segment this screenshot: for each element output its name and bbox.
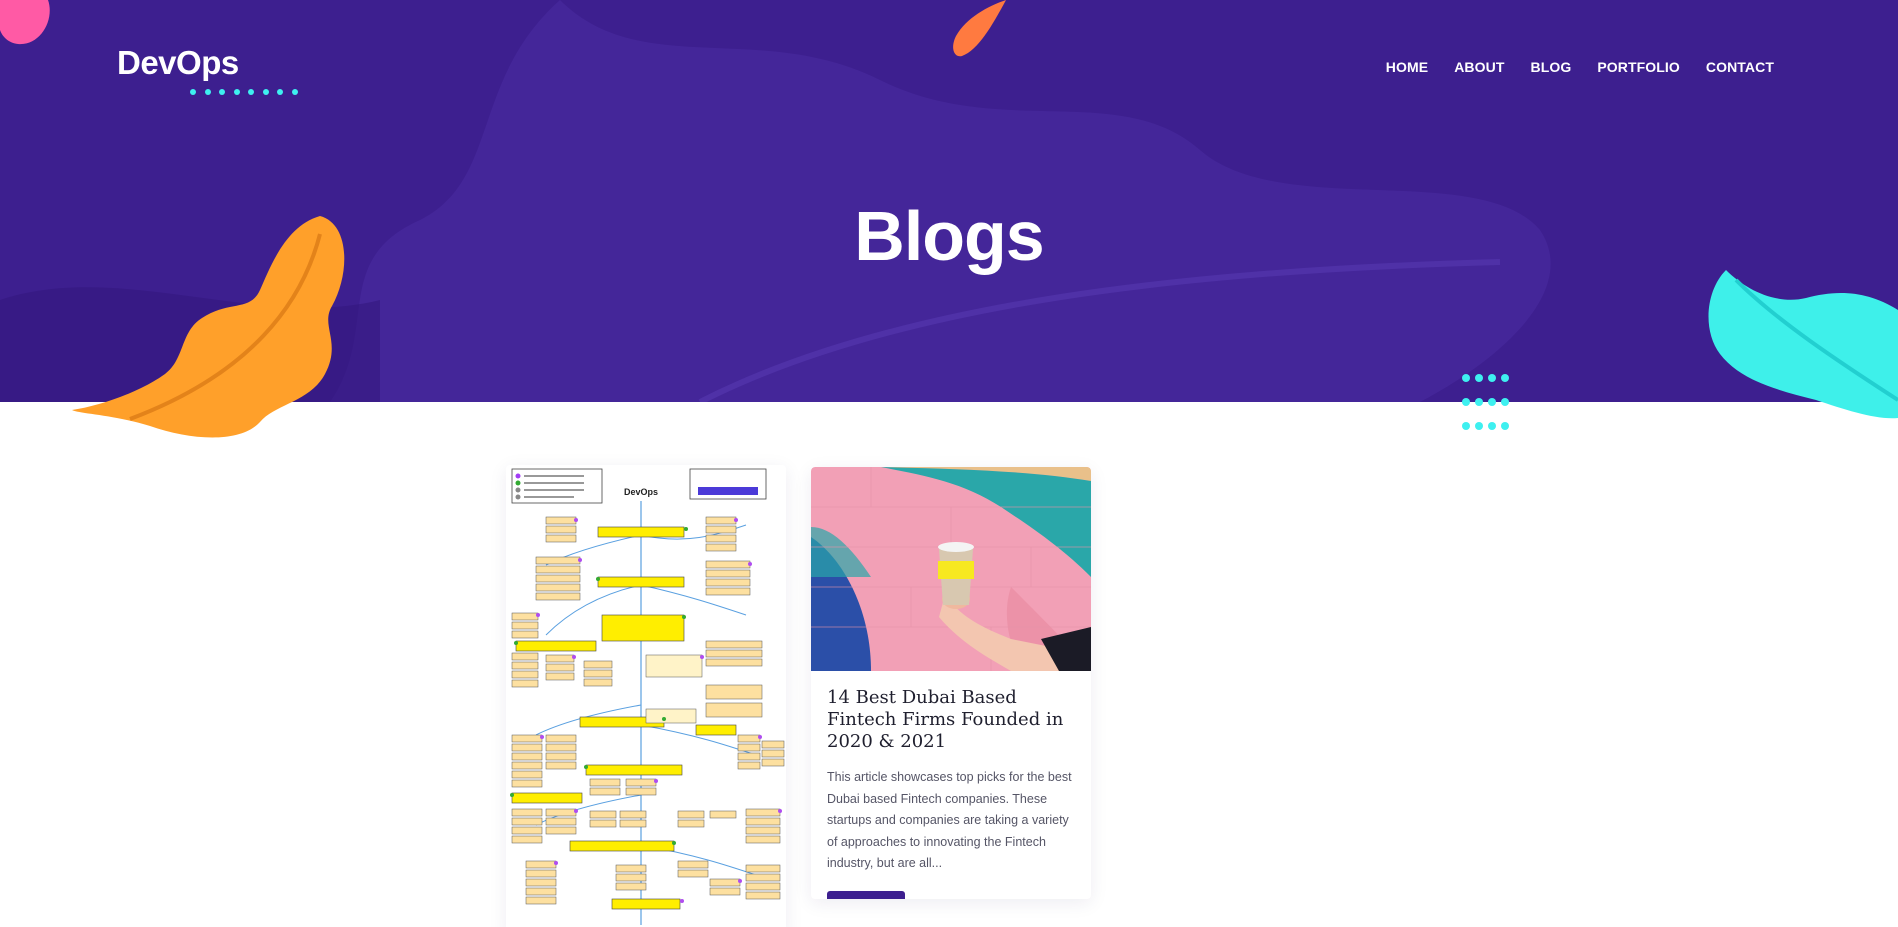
- grid-dots-decoration: [1462, 374, 1526, 446]
- nav-portfolio[interactable]: PORTFOLIO: [1597, 59, 1680, 75]
- pink-leaf-icon: [0, 0, 50, 45]
- coffee-cup-photo[interactable]: [811, 467, 1091, 671]
- main-nav: HOME ABOUT BLOG PORTFOLIO CONTACT: [1386, 59, 1774, 75]
- read-more-button[interactable]: Read More: [827, 890, 906, 899]
- site-logo[interactable]: DevOps: [117, 44, 239, 82]
- roadmap-title: DevOps: [624, 487, 658, 497]
- logo-dots-decoration: [190, 82, 306, 100]
- orange-leaf-icon: [72, 216, 345, 438]
- cyan-leaf-icon: [1708, 270, 1898, 419]
- blog-card-devops-roadmap[interactable]: DevOps: [506, 465, 786, 927]
- nav-home[interactable]: HOME: [1386, 59, 1428, 75]
- post-excerpt: This article showcases top picks for the…: [827, 770, 1072, 870]
- nav-blog[interactable]: BLOG: [1530, 59, 1571, 75]
- blog-card-fintech[interactable]: 14 Best Dubai Based Fintech Firms Founde…: [811, 467, 1091, 899]
- devops-roadmap-image[interactable]: DevOps: [506, 465, 786, 927]
- orange-leaf-top-icon: [953, 0, 1006, 57]
- nav-about[interactable]: ABOUT: [1454, 59, 1504, 75]
- post-title[interactable]: 14 Best Dubai Based Fintech Firms Founde…: [827, 687, 1075, 753]
- nav-contact[interactable]: CONTACT: [1706, 59, 1774, 75]
